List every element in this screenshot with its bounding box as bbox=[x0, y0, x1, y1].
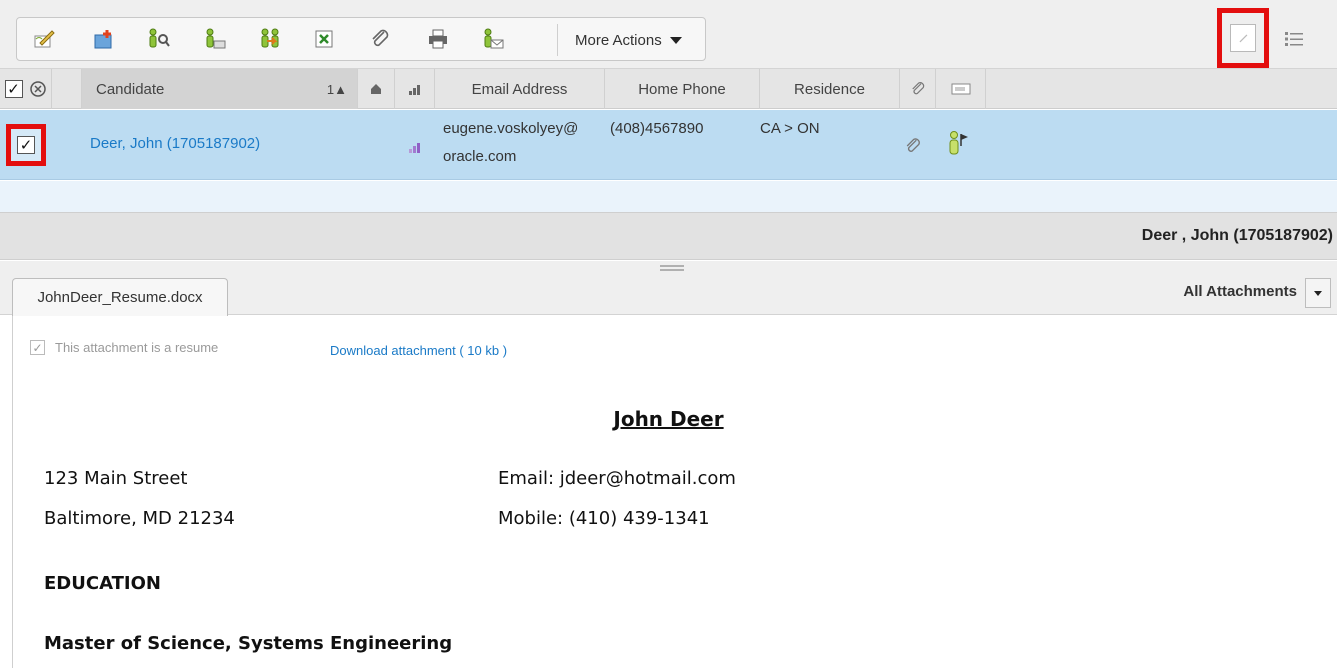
more-actions-label: More Actions bbox=[575, 31, 662, 49]
email-person-icon[interactable] bbox=[479, 26, 505, 52]
column-status[interactable] bbox=[936, 69, 986, 109]
relevance-bars-icon bbox=[409, 143, 420, 153]
resume-mobile: Mobile: (410) 439-1341 bbox=[498, 508, 710, 529]
detail-view-button[interactable] bbox=[1217, 8, 1269, 68]
column-residence-label: Residence bbox=[794, 80, 865, 98]
action-toolbar: More Actions bbox=[16, 17, 706, 61]
column-flag[interactable] bbox=[358, 69, 395, 109]
signal-bars-icon bbox=[408, 85, 420, 95]
print-icon[interactable] bbox=[425, 26, 451, 52]
caret-down-icon bbox=[669, 36, 682, 44]
resume-flag: ✓ This attachment is a resume bbox=[30, 340, 218, 355]
list-view-button[interactable] bbox=[1276, 17, 1312, 61]
toolbar: More Actions bbox=[0, 0, 1337, 69]
is-resume-checkbox: ✓ bbox=[30, 340, 45, 355]
resume-name: John Deer bbox=[613, 407, 724, 431]
detail-view-icon bbox=[1230, 24, 1256, 52]
row-checkbox-highlight[interactable]: ✓ bbox=[6, 124, 46, 166]
tab-resume-file-label: JohnDeer_Resume.docx bbox=[37, 289, 203, 306]
attachment-icon[interactable] bbox=[903, 136, 923, 156]
attachment-content bbox=[12, 316, 1337, 668]
paperclip-icon bbox=[911, 82, 924, 95]
column-candidate[interactable]: Candidate 1▲ bbox=[82, 69, 358, 109]
candidate-status-icon bbox=[949, 131, 968, 155]
card-icon bbox=[951, 83, 970, 95]
attachments-filter-dropdown[interactable] bbox=[1305, 278, 1331, 308]
table-row[interactable]: Deer, John (1705187902) eugene.voskolyey… bbox=[0, 110, 1337, 180]
header-spacer bbox=[52, 69, 82, 109]
header-select-cell: ✓ bbox=[0, 69, 52, 109]
resume-city: Baltimore, MD 21234 bbox=[44, 508, 235, 529]
attach-icon[interactable] bbox=[367, 26, 393, 52]
column-relevance[interactable] bbox=[395, 69, 435, 109]
home-phone: (408)4567890 bbox=[610, 120, 704, 137]
resume-email: Email: jdeer@hotmail.com bbox=[498, 468, 736, 489]
attachments-filter-label: All Attachments bbox=[1183, 283, 1297, 300]
column-candidate-label: Candidate bbox=[96, 80, 165, 98]
email-line-2: oracle.com bbox=[443, 148, 517, 165]
empty-grid-area bbox=[0, 181, 1337, 212]
more-actions-button[interactable]: More Actions bbox=[567, 24, 690, 56]
edit-icon[interactable] bbox=[31, 26, 57, 52]
column-phone[interactable]: Home Phone bbox=[605, 69, 760, 109]
residence: CA > ON bbox=[760, 120, 820, 137]
person-card-icon[interactable] bbox=[201, 26, 227, 52]
row-checkbox[interactable]: ✓ bbox=[17, 136, 35, 154]
candidate-summary-name: Deer , John (1705187902) bbox=[1141, 227, 1333, 244]
resume-degree: Master of Science, Systems Engineering bbox=[44, 633, 453, 654]
new-icon[interactable] bbox=[91, 26, 117, 52]
candidate-summary-bar: Deer , John (1705187902) bbox=[0, 212, 1337, 260]
column-email-label: Email Address bbox=[471, 80, 568, 98]
excel-export-icon[interactable] bbox=[311, 26, 337, 52]
transfer-person-icon[interactable] bbox=[257, 26, 283, 52]
clear-selection-icon[interactable] bbox=[29, 80, 47, 98]
select-all-checkbox[interactable]: ✓ bbox=[4, 80, 23, 98]
chevron-down-icon bbox=[1314, 290, 1322, 296]
resume-section-education: EDUCATION bbox=[44, 573, 161, 594]
column-residence[interactable]: Residence bbox=[760, 69, 900, 109]
resume-street: 123 Main Street bbox=[44, 468, 188, 489]
list-view-icon bbox=[1285, 32, 1303, 46]
column-email[interactable]: Email Address bbox=[435, 69, 605, 109]
column-attachment[interactable] bbox=[900, 69, 936, 109]
is-resume-label: This attachment is a resume bbox=[55, 340, 219, 355]
column-phone-label: Home Phone bbox=[638, 80, 726, 98]
house-icon bbox=[371, 84, 381, 94]
toolbar-separator bbox=[557, 24, 558, 56]
panel-splitter-handle[interactable] bbox=[660, 265, 684, 271]
candidate-name-link[interactable]: Deer, John (1705187902) bbox=[90, 135, 260, 152]
download-attachment-link[interactable]: Download attachment ( 10 kb ) bbox=[330, 343, 507, 358]
email-line-1: eugene.voskolyey@ bbox=[443, 120, 579, 137]
sort-indicator: 1▲ bbox=[326, 81, 347, 97]
grid-header: ✓ Candidate 1▲ Email Address Home Phone … bbox=[0, 69, 1337, 109]
search-person-icon[interactable] bbox=[145, 26, 171, 52]
tab-resume-file[interactable]: JohnDeer_Resume.docx bbox=[12, 278, 228, 316]
